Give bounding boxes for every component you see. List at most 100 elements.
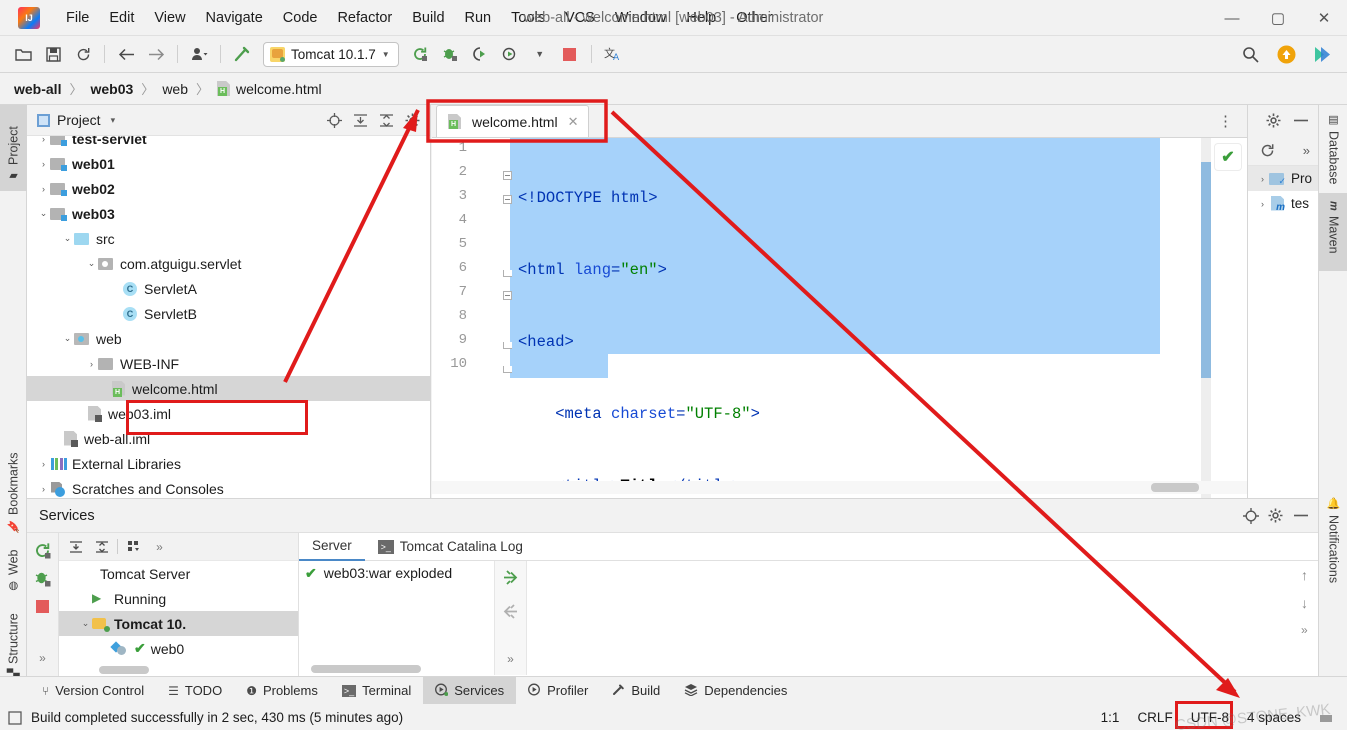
close-button[interactable]: ✕ (1301, 0, 1347, 36)
rerun-icon[interactable] (407, 41, 433, 67)
ide-feature-icon[interactable] (1309, 41, 1335, 67)
back-arrow-icon[interactable] (113, 41, 139, 67)
menu-other[interactable]: Other (726, 6, 782, 30)
chevron-right-icon[interactable]: › (85, 359, 98, 369)
services-node-running[interactable]: ▶ Running (59, 586, 298, 611)
settings-gear-icon[interactable] (1262, 109, 1285, 132)
update-icon[interactable] (1273, 41, 1299, 67)
tree-node-test-servlet[interactable]: › test-servlet (27, 136, 430, 151)
tree-node-servleta[interactable]: ServletA (27, 276, 430, 301)
hide-icon[interactable] (1289, 109, 1312, 132)
services-tree-hscroll-thumb[interactable] (99, 666, 149, 674)
line-separator[interactable]: CRLF (1137, 710, 1172, 725)
project-tree[interactable]: › test-servlet › web01 › web02 ⌄ web03 ⌄ (27, 136, 430, 498)
fold-marker[interactable] (502, 290, 513, 301)
fold-marker[interactable] (502, 268, 513, 279)
chevron-right-icon[interactable]: › (1256, 174, 1269, 184)
more-icon[interactable]: » (1301, 623, 1308, 637)
menu-view[interactable]: View (144, 6, 195, 30)
chevron-right-icon[interactable]: › (37, 184, 50, 194)
breadcrumb-item-web[interactable]: web (162, 81, 188, 97)
tree-node-package[interactable]: ⌄ com.atguigu.servlet (27, 251, 430, 276)
tree-node-web01[interactable]: › web01 (27, 151, 430, 176)
bottom-item-todo[interactable]: ☰ TODO (156, 677, 234, 705)
tree-node-web-inf[interactable]: › WEB-INF (27, 351, 430, 376)
menu-file[interactable]: File (56, 6, 99, 30)
sidebar-item-notifications[interactable]: 🔔 Notifications (1319, 489, 1347, 599)
menu-help[interactable]: Help (676, 6, 726, 30)
profile-run-dropdown-icon[interactable]: ▼ (527, 41, 553, 67)
fold-marker[interactable] (502, 194, 513, 205)
bottom-item-build[interactable]: Build (600, 677, 672, 705)
arrow-down-icon[interactable]: ↓ (1301, 595, 1308, 611)
menu-tools[interactable]: Tools (501, 6, 555, 30)
run-with-coverage-icon[interactable] (467, 41, 493, 67)
editor-tab-welcome-html[interactable]: welcome.html ✕ (436, 105, 589, 137)
chevron-down-icon[interactable]: ⌄ (37, 208, 50, 219)
maven-node-module[interactable]: › tes (1248, 191, 1318, 216)
editor-scrollbar-thumb[interactable] (1201, 162, 1211, 378)
tree-node-web[interactable]: ⌄ web (27, 326, 430, 351)
console-output-pane[interactable]: ↑ ↓ » (527, 561, 1318, 675)
tree-node-external-libraries[interactable]: › External Libraries (27, 451, 430, 476)
editor-horizontal-scrollbar[interactable] (432, 481, 1247, 494)
more-icon[interactable]: » (501, 649, 521, 669)
translate-icon[interactable]: 文A (600, 41, 626, 67)
collapse-all-icon[interactable] (375, 109, 398, 132)
collapse-all-icon[interactable] (91, 536, 112, 557)
build-hammer-icon[interactable] (229, 41, 255, 67)
menu-code[interactable]: Code (273, 6, 328, 30)
deployment-item-web03[interactable]: ✔ web03:war exploded (299, 561, 494, 585)
menu-navigate[interactable]: Navigate (196, 6, 273, 30)
settings-gear-icon[interactable] (401, 109, 424, 132)
breadcrumb-item-web-all[interactable]: web-all (14, 81, 61, 97)
services-node-tomcat-10[interactable]: ⌄ Tomcat 10. (59, 611, 298, 636)
indent-setting[interactable]: 4 spaces (1247, 710, 1301, 725)
read-only-icon[interactable] (8, 711, 21, 724)
chevron-right-icon[interactable]: › (37, 136, 50, 144)
chevron-down-icon[interactable]: ▾ (111, 115, 116, 126)
tree-node-scratches[interactable]: › Scratches and Consoles (27, 476, 430, 498)
tab-server[interactable]: Server (299, 533, 365, 561)
debug-icon[interactable] (437, 41, 463, 67)
chevron-down-icon[interactable]: ⌄ (61, 233, 74, 244)
inspection-status-icon[interactable]: ✔ (1215, 144, 1241, 170)
arrow-up-icon[interactable]: ↑ (1301, 567, 1308, 583)
scroll-to-end-icon[interactable] (501, 567, 521, 587)
chevron-down-icon[interactable]: ⌄ (85, 258, 98, 269)
maven-node-project[interactable]: › Pro (1248, 166, 1318, 191)
menu-run[interactable]: Run (455, 6, 502, 30)
bottom-item-terminal[interactable]: >_ Terminal (330, 677, 423, 705)
save-icon[interactable] (40, 41, 66, 67)
bottom-item-dependencies[interactable]: Dependencies (672, 677, 799, 705)
code-lines[interactable]: <!DOCTYPE html> <html lang="en"> <head> … (518, 138, 760, 498)
caret-position[interactable]: 1:1 (1101, 710, 1120, 725)
scroll-up-icon[interactable] (501, 601, 521, 621)
services-node-web0[interactable]: ✔ web0 (59, 636, 298, 661)
sidebar-item-bookmarks[interactable]: 🔖 Bookmarks (0, 431, 27, 541)
stop-icon[interactable] (33, 596, 53, 616)
chevron-down-icon[interactable]: ⌄ (79, 618, 92, 629)
tree-node-welcome-html[interactable]: welcome.html (27, 376, 430, 401)
refresh-icon[interactable] (1256, 139, 1279, 162)
bottom-item-version-control[interactable]: ⑂ Version Control (30, 677, 156, 705)
menu-edit[interactable]: Edit (99, 6, 144, 30)
tree-node-web02[interactable]: › web02 (27, 176, 430, 201)
fold-marker[interactable] (502, 364, 513, 375)
run-configuration-selector[interactable]: Tomcat 10.1.7 ▼ (263, 42, 399, 67)
chevron-down-icon[interactable]: ⌄ (61, 333, 74, 344)
deployment-hscroll-thumb[interactable] (311, 665, 421, 673)
breadcrumb-item-welcome-html[interactable]: welcome.html (236, 81, 322, 97)
sidebar-item-database[interactable]: ▤ Database (1319, 105, 1347, 193)
bottom-item-profiler[interactable]: Profiler (516, 677, 600, 705)
tree-node-src[interactable]: ⌄ src (27, 226, 430, 251)
search-icon[interactable] (1237, 41, 1263, 67)
group-icon[interactable] (123, 536, 144, 557)
hide-icon[interactable] (1289, 504, 1312, 527)
code-editor[interactable]: 1 2 3 4 5 6 7 8 9 10 <!DOCTYPE html> <ht… (432, 138, 1247, 498)
stop-icon[interactable] (557, 41, 583, 67)
tree-node-servletb[interactable]: ServletB (27, 301, 430, 326)
breadcrumb-item-web03[interactable]: web03 (90, 81, 133, 97)
sidebar-item-maven[interactable]: m Maven (1319, 193, 1347, 271)
fold-marker[interactable] (502, 340, 513, 351)
